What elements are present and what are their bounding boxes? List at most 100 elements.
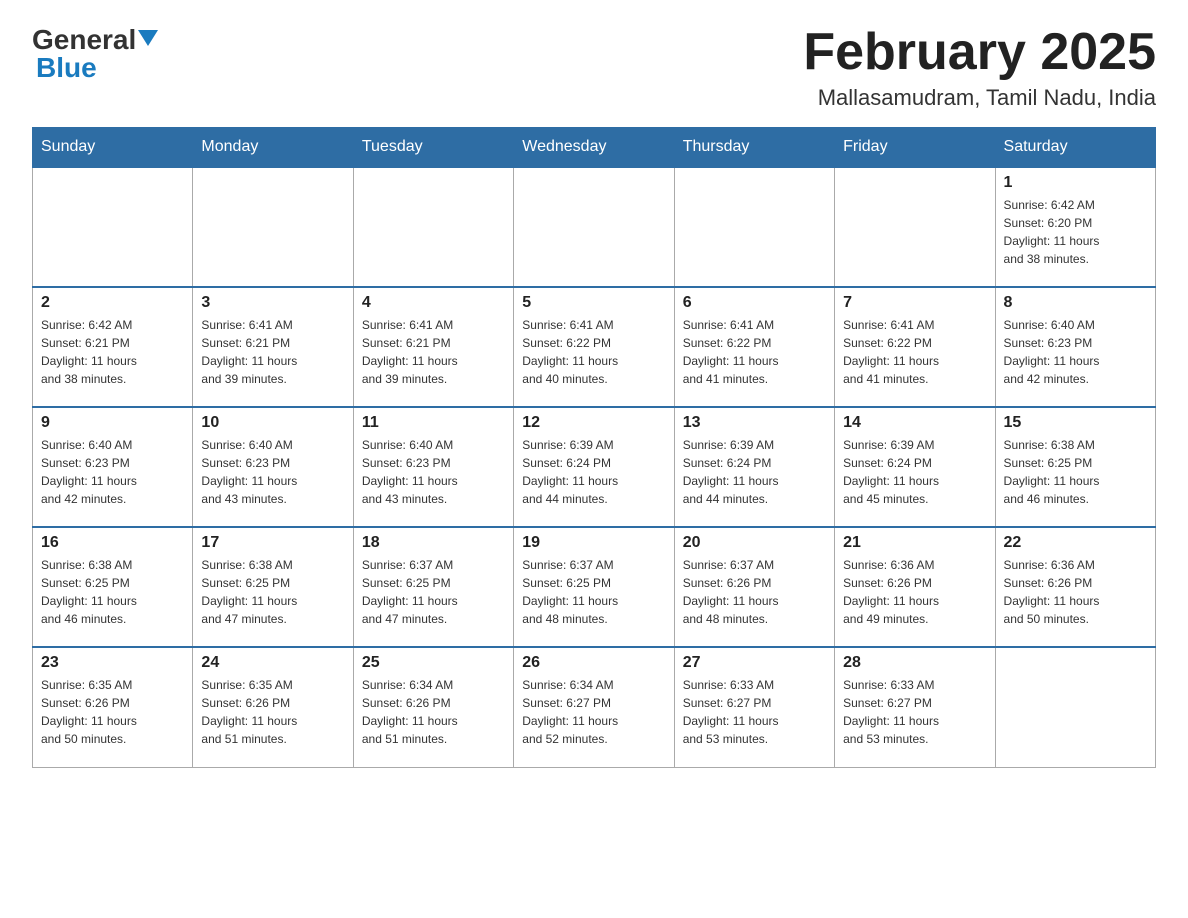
- day-number: 22: [1004, 534, 1147, 552]
- day-info: Sunrise: 6:40 AM Sunset: 6:23 PM Dayligh…: [1004, 316, 1147, 388]
- day-info: Sunrise: 6:40 AM Sunset: 6:23 PM Dayligh…: [362, 436, 505, 508]
- table-row: [353, 167, 513, 287]
- day-info: Sunrise: 6:41 AM Sunset: 6:21 PM Dayligh…: [201, 316, 344, 388]
- table-row: 15 Sunrise: 6:38 AM Sunset: 6:25 PM Dayli…: [995, 407, 1155, 527]
- calendar-table: Sunday Monday Tuesday Wednesday Thursday…: [32, 127, 1156, 768]
- day-info: Sunrise: 6:33 AM Sunset: 6:27 PM Dayligh…: [843, 676, 986, 748]
- calendar-week-row: 23 Sunrise: 6:35 AM Sunset: 6:26 PM Dayli…: [33, 647, 1156, 767]
- day-info: Sunrise: 6:36 AM Sunset: 6:26 PM Dayligh…: [1004, 556, 1147, 628]
- day-number: 23: [41, 654, 184, 672]
- day-number: 6: [683, 294, 826, 312]
- table-row: 21 Sunrise: 6:36 AM Sunset: 6:26 PM Dayli…: [835, 527, 995, 647]
- day-number: 12: [522, 414, 665, 432]
- table-row: [193, 167, 353, 287]
- logo-blue-text: Blue: [36, 52, 97, 83]
- col-saturday: Saturday: [995, 128, 1155, 168]
- col-wednesday: Wednesday: [514, 128, 674, 168]
- day-info: Sunrise: 6:37 AM Sunset: 6:25 PM Dayligh…: [522, 556, 665, 628]
- calendar-week-row: 16 Sunrise: 6:38 AM Sunset: 6:25 PM Dayli…: [33, 527, 1156, 647]
- table-row: 11 Sunrise: 6:40 AM Sunset: 6:23 PM Dayli…: [353, 407, 513, 527]
- col-monday: Monday: [193, 128, 353, 168]
- table-row: 12 Sunrise: 6:39 AM Sunset: 6:24 PM Dayli…: [514, 407, 674, 527]
- day-number: 1: [1004, 174, 1147, 192]
- day-number: 24: [201, 654, 344, 672]
- table-row: 7 Sunrise: 6:41 AM Sunset: 6:22 PM Daylig…: [835, 287, 995, 407]
- table-row: 18 Sunrise: 6:37 AM Sunset: 6:25 PM Dayli…: [353, 527, 513, 647]
- table-row: 16 Sunrise: 6:38 AM Sunset: 6:25 PM Dayli…: [33, 527, 193, 647]
- table-row: 3 Sunrise: 6:41 AM Sunset: 6:21 PM Daylig…: [193, 287, 353, 407]
- table-row: 10Sunrise: 6:40 AM Sunset: 6:23 PM Dayli…: [193, 407, 353, 527]
- day-info: Sunrise: 6:38 AM Sunset: 6:25 PM Dayligh…: [41, 556, 184, 628]
- table-row: [995, 647, 1155, 767]
- day-info: Sunrise: 6:35 AM Sunset: 6:26 PM Dayligh…: [201, 676, 344, 748]
- day-number: 15: [1004, 414, 1147, 432]
- col-tuesday: Tuesday: [353, 128, 513, 168]
- calendar-week-row: 2Sunrise: 6:42 AM Sunset: 6:21 PM Daylig…: [33, 287, 1156, 407]
- day-info: Sunrise: 6:41 AM Sunset: 6:21 PM Dayligh…: [362, 316, 505, 388]
- table-row: 14 Sunrise: 6:39 AM Sunset: 6:24 PM Dayli…: [835, 407, 995, 527]
- table-row: 24 Sunrise: 6:35 AM Sunset: 6:26 PM Dayli…: [193, 647, 353, 767]
- day-number: 8: [1004, 294, 1147, 312]
- day-info: Sunrise: 6:39 AM Sunset: 6:24 PM Dayligh…: [843, 436, 986, 508]
- table-row: 13 Sunrise: 6:39 AM Sunset: 6:24 PM Dayli…: [674, 407, 834, 527]
- calendar-week-row: 9 Sunrise: 6:40 AM Sunset: 6:23 PM Daylig…: [33, 407, 1156, 527]
- day-number: 19: [522, 534, 665, 552]
- table-row: 6 Sunrise: 6:41 AM Sunset: 6:22 PM Daylig…: [674, 287, 834, 407]
- table-row: 28 Sunrise: 6:33 AM Sunset: 6:27 PM Dayli…: [835, 647, 995, 767]
- table-row: 9 Sunrise: 6:40 AM Sunset: 6:23 PM Daylig…: [33, 407, 193, 527]
- day-info: Sunrise: 6:39 AM Sunset: 6:24 PM Dayligh…: [683, 436, 826, 508]
- table-row: 25 Sunrise: 6:34 AM Sunset: 6:26 PM Dayli…: [353, 647, 513, 767]
- col-sunday: Sunday: [33, 128, 193, 168]
- day-number: 11: [362, 414, 505, 432]
- day-info: Sunrise: 6:35 AM Sunset: 6:26 PM Dayligh…: [41, 676, 184, 748]
- logo: General Blue: [32, 24, 158, 84]
- day-info: Sunrise: 6:38 AM Sunset: 6:25 PM Dayligh…: [1004, 436, 1147, 508]
- location-title: Mallasamudram, Tamil Nadu, India: [803, 85, 1156, 111]
- day-info: Sunrise: 6:36 AM Sunset: 6:26 PM Dayligh…: [843, 556, 986, 628]
- day-number: 28: [843, 654, 986, 672]
- table-row: [33, 167, 193, 287]
- calendar-header-row: Sunday Monday Tuesday Wednesday Thursday…: [33, 128, 1156, 168]
- table-row: [674, 167, 834, 287]
- day-info: Sunrise: 6:42 AM Sunset: 6:21 PM Dayligh…: [41, 316, 184, 388]
- day-number: 17: [201, 534, 344, 552]
- table-row: 17 Sunrise: 6:38 AM Sunset: 6:25 PM Dayli…: [193, 527, 353, 647]
- day-number: 4: [362, 294, 505, 312]
- table-row: [835, 167, 995, 287]
- day-number: 9: [41, 414, 184, 432]
- month-title: February 2025: [803, 24, 1156, 81]
- day-info: Sunrise: 6:41 AM Sunset: 6:22 PM Dayligh…: [683, 316, 826, 388]
- table-row: 19 Sunrise: 6:37 AM Sunset: 6:25 PM Dayli…: [514, 527, 674, 647]
- table-row: 5 Sunrise: 6:41 AM Sunset: 6:22 PM Daylig…: [514, 287, 674, 407]
- day-number: 3: [201, 294, 344, 312]
- day-number: 14: [843, 414, 986, 432]
- day-number: 26: [522, 654, 665, 672]
- table-row: 23 Sunrise: 6:35 AM Sunset: 6:26 PM Dayli…: [33, 647, 193, 767]
- col-thursday: Thursday: [674, 128, 834, 168]
- day-info: Sunrise: 6:37 AM Sunset: 6:25 PM Dayligh…: [362, 556, 505, 628]
- day-number: 10: [201, 414, 344, 432]
- table-row: 4 Sunrise: 6:41 AM Sunset: 6:21 PM Daylig…: [353, 287, 513, 407]
- day-number: 16: [41, 534, 184, 552]
- table-row: 20Sunrise: 6:37 AM Sunset: 6:26 PM Dayli…: [674, 527, 834, 647]
- day-info: Sunrise: 6:41 AM Sunset: 6:22 PM Dayligh…: [843, 316, 986, 388]
- day-info: Sunrise: 6:40 AM Sunset: 6:23 PM Dayligh…: [41, 436, 184, 508]
- table-row: 1 Sunrise: 6:42 AM Sunset: 6:20 PM Daylig…: [995, 167, 1155, 287]
- day-info: Sunrise: 6:38 AM Sunset: 6:25 PM Dayligh…: [201, 556, 344, 628]
- table-row: 27Sunrise: 6:33 AM Sunset: 6:27 PM Dayli…: [674, 647, 834, 767]
- day-number: 5: [522, 294, 665, 312]
- day-number: 13: [683, 414, 826, 432]
- day-info: Sunrise: 6:41 AM Sunset: 6:22 PM Dayligh…: [522, 316, 665, 388]
- day-number: 21: [843, 534, 986, 552]
- day-info: Sunrise: 6:34 AM Sunset: 6:26 PM Dayligh…: [362, 676, 505, 748]
- day-number: 18: [362, 534, 505, 552]
- col-friday: Friday: [835, 128, 995, 168]
- page-header: General Blue February 2025 Mallasamudram…: [32, 24, 1156, 111]
- day-number: 7: [843, 294, 986, 312]
- calendar-week-row: 1 Sunrise: 6:42 AM Sunset: 6:20 PM Daylig…: [33, 167, 1156, 287]
- table-row: 22 Sunrise: 6:36 AM Sunset: 6:26 PM Dayli…: [995, 527, 1155, 647]
- day-number: 25: [362, 654, 505, 672]
- day-info: Sunrise: 6:42 AM Sunset: 6:20 PM Dayligh…: [1004, 196, 1147, 268]
- day-info: Sunrise: 6:39 AM Sunset: 6:24 PM Dayligh…: [522, 436, 665, 508]
- title-block: February 2025 Mallasamudram, Tamil Nadu,…: [803, 24, 1156, 111]
